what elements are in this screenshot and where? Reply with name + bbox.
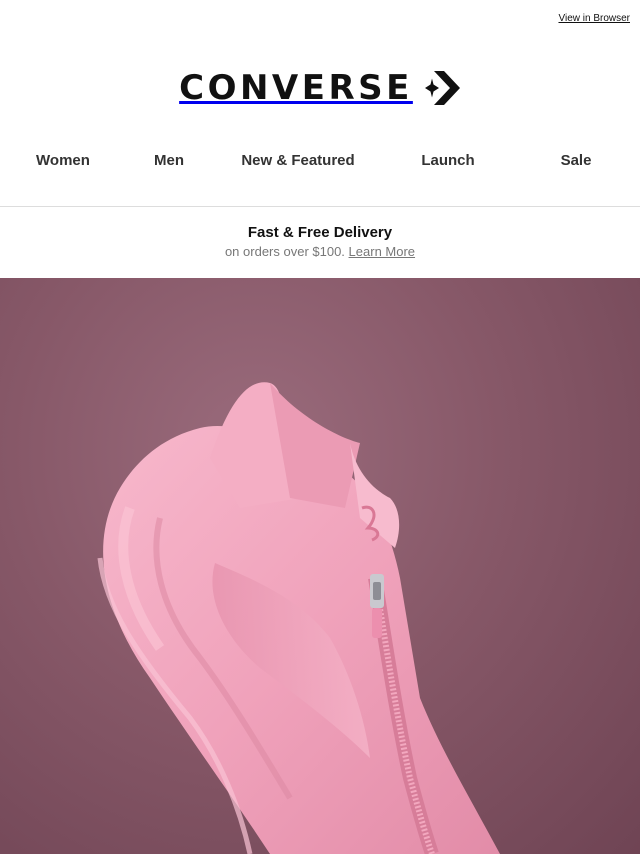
- promo-subtitle: on orders over $100. Learn More: [0, 244, 640, 260]
- view-in-browser-link[interactable]: View in Browser: [558, 13, 630, 24]
- pink-sneaker-image: [97, 382, 500, 854]
- star-chevron-icon: [424, 71, 460, 105]
- hero-banner[interactable]: [0, 278, 640, 854]
- nav-item-new-featured[interactable]: New & Featured: [241, 152, 354, 169]
- nav-item-men[interactable]: Men: [154, 152, 184, 169]
- main-nav: Women Men New & Featured Launch Sale: [0, 152, 640, 176]
- learn-more-link[interactable]: Learn More: [349, 244, 415, 259]
- nav-item-women[interactable]: Women: [36, 152, 90, 169]
- brand-wordmark: CONVERSE: [179, 68, 413, 108]
- top-bar: View in Browser: [0, 0, 640, 38]
- delivery-promo: Fast & Free Delivery on orders over $100…: [0, 224, 640, 260]
- nav-item-launch[interactable]: Launch: [421, 152, 474, 169]
- brand-header: CONVERSE: [0, 68, 640, 108]
- promo-title: Fast & Free Delivery: [247, 224, 393, 241]
- promo-subtitle-text: on orders over $100.: [224, 244, 345, 259]
- converse-logo[interactable]: CONVERSE: [179, 68, 461, 108]
- nav-divider: [0, 206, 640, 207]
- nav-item-sale[interactable]: Sale: [561, 152, 592, 169]
